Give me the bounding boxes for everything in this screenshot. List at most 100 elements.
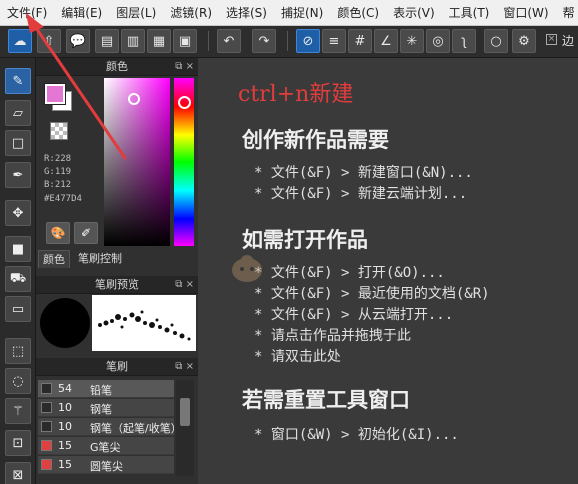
eyedropper-palette-icon[interactable]: ✐ xyxy=(74,222,98,244)
blue-value: B:212 xyxy=(44,180,72,190)
brush-row[interactable]: 15 圆笔尖 xyxy=(38,456,174,474)
welcome-item[interactable]: * 文件(&F) > 最近使用的文档(&R) xyxy=(254,283,490,303)
menu-view[interactable]: 表示(V) xyxy=(386,4,442,21)
brush-color-swatch xyxy=(41,459,52,470)
menu-filter[interactable]: 滤镜(R) xyxy=(163,4,219,21)
grid-snap-icon[interactable]: # xyxy=(348,29,372,53)
move-tool-icon[interactable]: ✥ xyxy=(5,200,31,226)
scrollbar-thumb[interactable] xyxy=(180,398,190,426)
annotation-text: ctrl+n新建 xyxy=(238,82,354,107)
line-snap-icon[interactable]: ≡ xyxy=(322,29,346,53)
magic-wand-tool-icon[interactable]: ⚚ xyxy=(5,398,31,424)
brush-row[interactable]: 10 钢笔（起笔/收笔） xyxy=(38,418,174,436)
edge-checkbox[interactable]: × xyxy=(546,34,557,45)
side-panels: 颜色 ⧉ × R:228 G:119 B:212 #E477D4 🎨 ✐ 颜色 … xyxy=(36,58,198,484)
menu-color[interactable]: 颜色(C) xyxy=(330,4,386,21)
bucket-tool-icon[interactable]: ⛟ xyxy=(5,266,31,292)
palette-icon[interactable]: 🎨 xyxy=(46,222,70,244)
gear-icon[interactable]: ⚙ xyxy=(512,29,536,53)
brush-color-swatch xyxy=(41,383,52,394)
brush-name: G笔尖 xyxy=(90,441,121,454)
angle-snap-icon[interactable]: ∠ xyxy=(374,29,398,53)
brush-list-scrollbar[interactable] xyxy=(176,380,194,476)
welcome-item[interactable]: * 请双击此处 xyxy=(254,346,341,366)
gradient-tool-icon[interactable]: ▭ xyxy=(5,296,31,322)
brush-size: 15 xyxy=(58,439,72,452)
brush-tool-icon[interactable]: ✎ xyxy=(5,68,31,94)
mascot-watermark-icon xyxy=(232,255,262,282)
select-eraser-tool-icon[interactable]: ⊠ xyxy=(5,462,31,484)
brush-size: 10 xyxy=(58,420,72,433)
no-snap-icon[interactable]: ⊘ xyxy=(296,29,320,53)
brush-panel-title: 笔刷 xyxy=(106,360,128,373)
tab-color[interactable]: 颜色 xyxy=(38,250,70,268)
color-panel-header: 颜色 ⧉ × xyxy=(36,58,198,76)
toolbar-separator xyxy=(208,31,209,51)
select-pen-tool-icon[interactable]: ⊡ xyxy=(5,430,31,456)
welcome-item[interactable]: * 文件(&F) > 从云端打开... xyxy=(254,304,453,324)
document-icon[interactable]: ▥ xyxy=(121,29,145,53)
eraser-tool-icon[interactable]: ▱ xyxy=(5,100,31,126)
brush-row[interactable]: 10 钢笔 xyxy=(38,399,174,417)
cloud-icon[interactable]: ☁ xyxy=(8,29,32,53)
toolbar: ☁ ⇧ 💬 ▤ ▥ ▦ ▣ ↶ ↷ ⊘ ≡ # ∠ ✳ ◎ ʅ ○ ⚙ × 边 xyxy=(0,26,578,58)
welcome-item[interactable]: * 窗口(&W) > 初始化(&I)... xyxy=(254,424,459,444)
menu-edit[interactable]: 编辑(E) xyxy=(54,4,109,21)
pen-tool-icon[interactable]: ✒ xyxy=(5,162,31,188)
menu-select[interactable]: 选择(S) xyxy=(219,4,274,21)
transparent-color-swatch[interactable] xyxy=(50,122,68,140)
menu-file[interactable]: 文件(F) xyxy=(0,4,54,21)
brush-stroke-preview xyxy=(92,295,196,351)
grid-doc-icon[interactable]: ▣ xyxy=(173,29,197,53)
panel-window-buttons[interactable]: ⧉ × xyxy=(175,58,194,76)
foreground-color-swatch[interactable] xyxy=(44,83,66,105)
fill-rect-tool-icon[interactable]: ■ xyxy=(5,236,31,262)
message-icon[interactable]: ▤ xyxy=(95,29,119,53)
color-panel-title: 颜色 xyxy=(106,60,128,73)
chat-icon[interactable]: 💬 xyxy=(66,29,90,53)
brush-row[interactable]: 54 铅笔 xyxy=(38,380,174,398)
concentric-snap-icon[interactable]: ◎ xyxy=(426,29,450,53)
menu-snap[interactable]: 捕捉(N) xyxy=(274,4,330,21)
brush-color-swatch xyxy=(41,402,52,413)
tab-brush-control[interactable]: 笔刷控制 xyxy=(74,250,126,268)
menu-layer[interactable]: 图层(L) xyxy=(109,4,163,21)
circle-icon[interactable]: ○ xyxy=(484,29,508,53)
brush-size-preview xyxy=(40,298,90,348)
welcome-item[interactable]: * 文件(&F) > 新建窗口(&N)... xyxy=(254,162,473,182)
menu-tools[interactable]: 工具(T) xyxy=(442,4,497,21)
redo-icon[interactable]: ↷ xyxy=(252,29,276,53)
brush-name: 铅笔 xyxy=(90,384,112,397)
brush-preview-title: 笔刷预览 xyxy=(95,278,139,291)
undo-icon[interactable]: ↶ xyxy=(217,29,241,53)
layers-doc-icon[interactable]: ▦ xyxy=(147,29,171,53)
lasso-tool-icon[interactable]: ◌ xyxy=(5,368,31,394)
section-title-new: 创作新作品需要 xyxy=(242,127,389,152)
menu-window[interactable]: 窗口(W) xyxy=(496,4,555,21)
rect-select-tool-icon[interactable]: ⬚ xyxy=(5,338,31,364)
brush-name: 钢笔（起笔/收笔） xyxy=(90,422,174,435)
brush-size: 54 xyxy=(58,382,72,395)
upload-icon[interactable]: ⇧ xyxy=(37,29,61,53)
radial-snap-icon[interactable]: ✳ xyxy=(400,29,424,53)
hue-slider-handle[interactable] xyxy=(178,96,191,109)
panel-window-buttons[interactable]: ⧉ × xyxy=(175,358,194,376)
welcome-item[interactable]: * 文件(&F) > 打开(&O)... xyxy=(254,262,445,282)
brush-list: 54 铅笔 10 钢笔 10 钢笔（起笔/收笔） 15 G笔尖 15 圆笔尖 xyxy=(38,380,174,476)
section-title-reset: 若需重置工具窗口 xyxy=(242,387,410,412)
panel-window-buttons[interactable]: ⧉ × xyxy=(175,276,194,294)
sv-picker-handle[interactable] xyxy=(128,93,140,105)
edge-label: 边 xyxy=(562,34,575,48)
welcome-item[interactable]: * 文件(&F) > 新建云端计划... xyxy=(254,183,467,203)
brush-size: 10 xyxy=(58,401,72,414)
menu-bar: 文件(F) 编辑(E) 图层(L) 滤镜(R) 选择(S) 捕捉(N) 颜色(C… xyxy=(0,0,578,26)
menu-help[interactable]: 帮 xyxy=(556,4,578,21)
red-value: R:228 xyxy=(44,154,72,164)
curve-snap-icon[interactable]: ʅ xyxy=(452,29,476,53)
brush-panel-header: 笔刷 ⧉ × xyxy=(36,358,198,376)
brush-color-swatch xyxy=(41,421,52,432)
brush-row[interactable]: 15 G笔尖 xyxy=(38,437,174,455)
rectangle-tool-icon[interactable]: □ xyxy=(5,130,31,156)
hex-value: #E477D4 xyxy=(44,194,82,204)
welcome-item[interactable]: * 请点击作品并拖拽于此 xyxy=(254,325,411,345)
